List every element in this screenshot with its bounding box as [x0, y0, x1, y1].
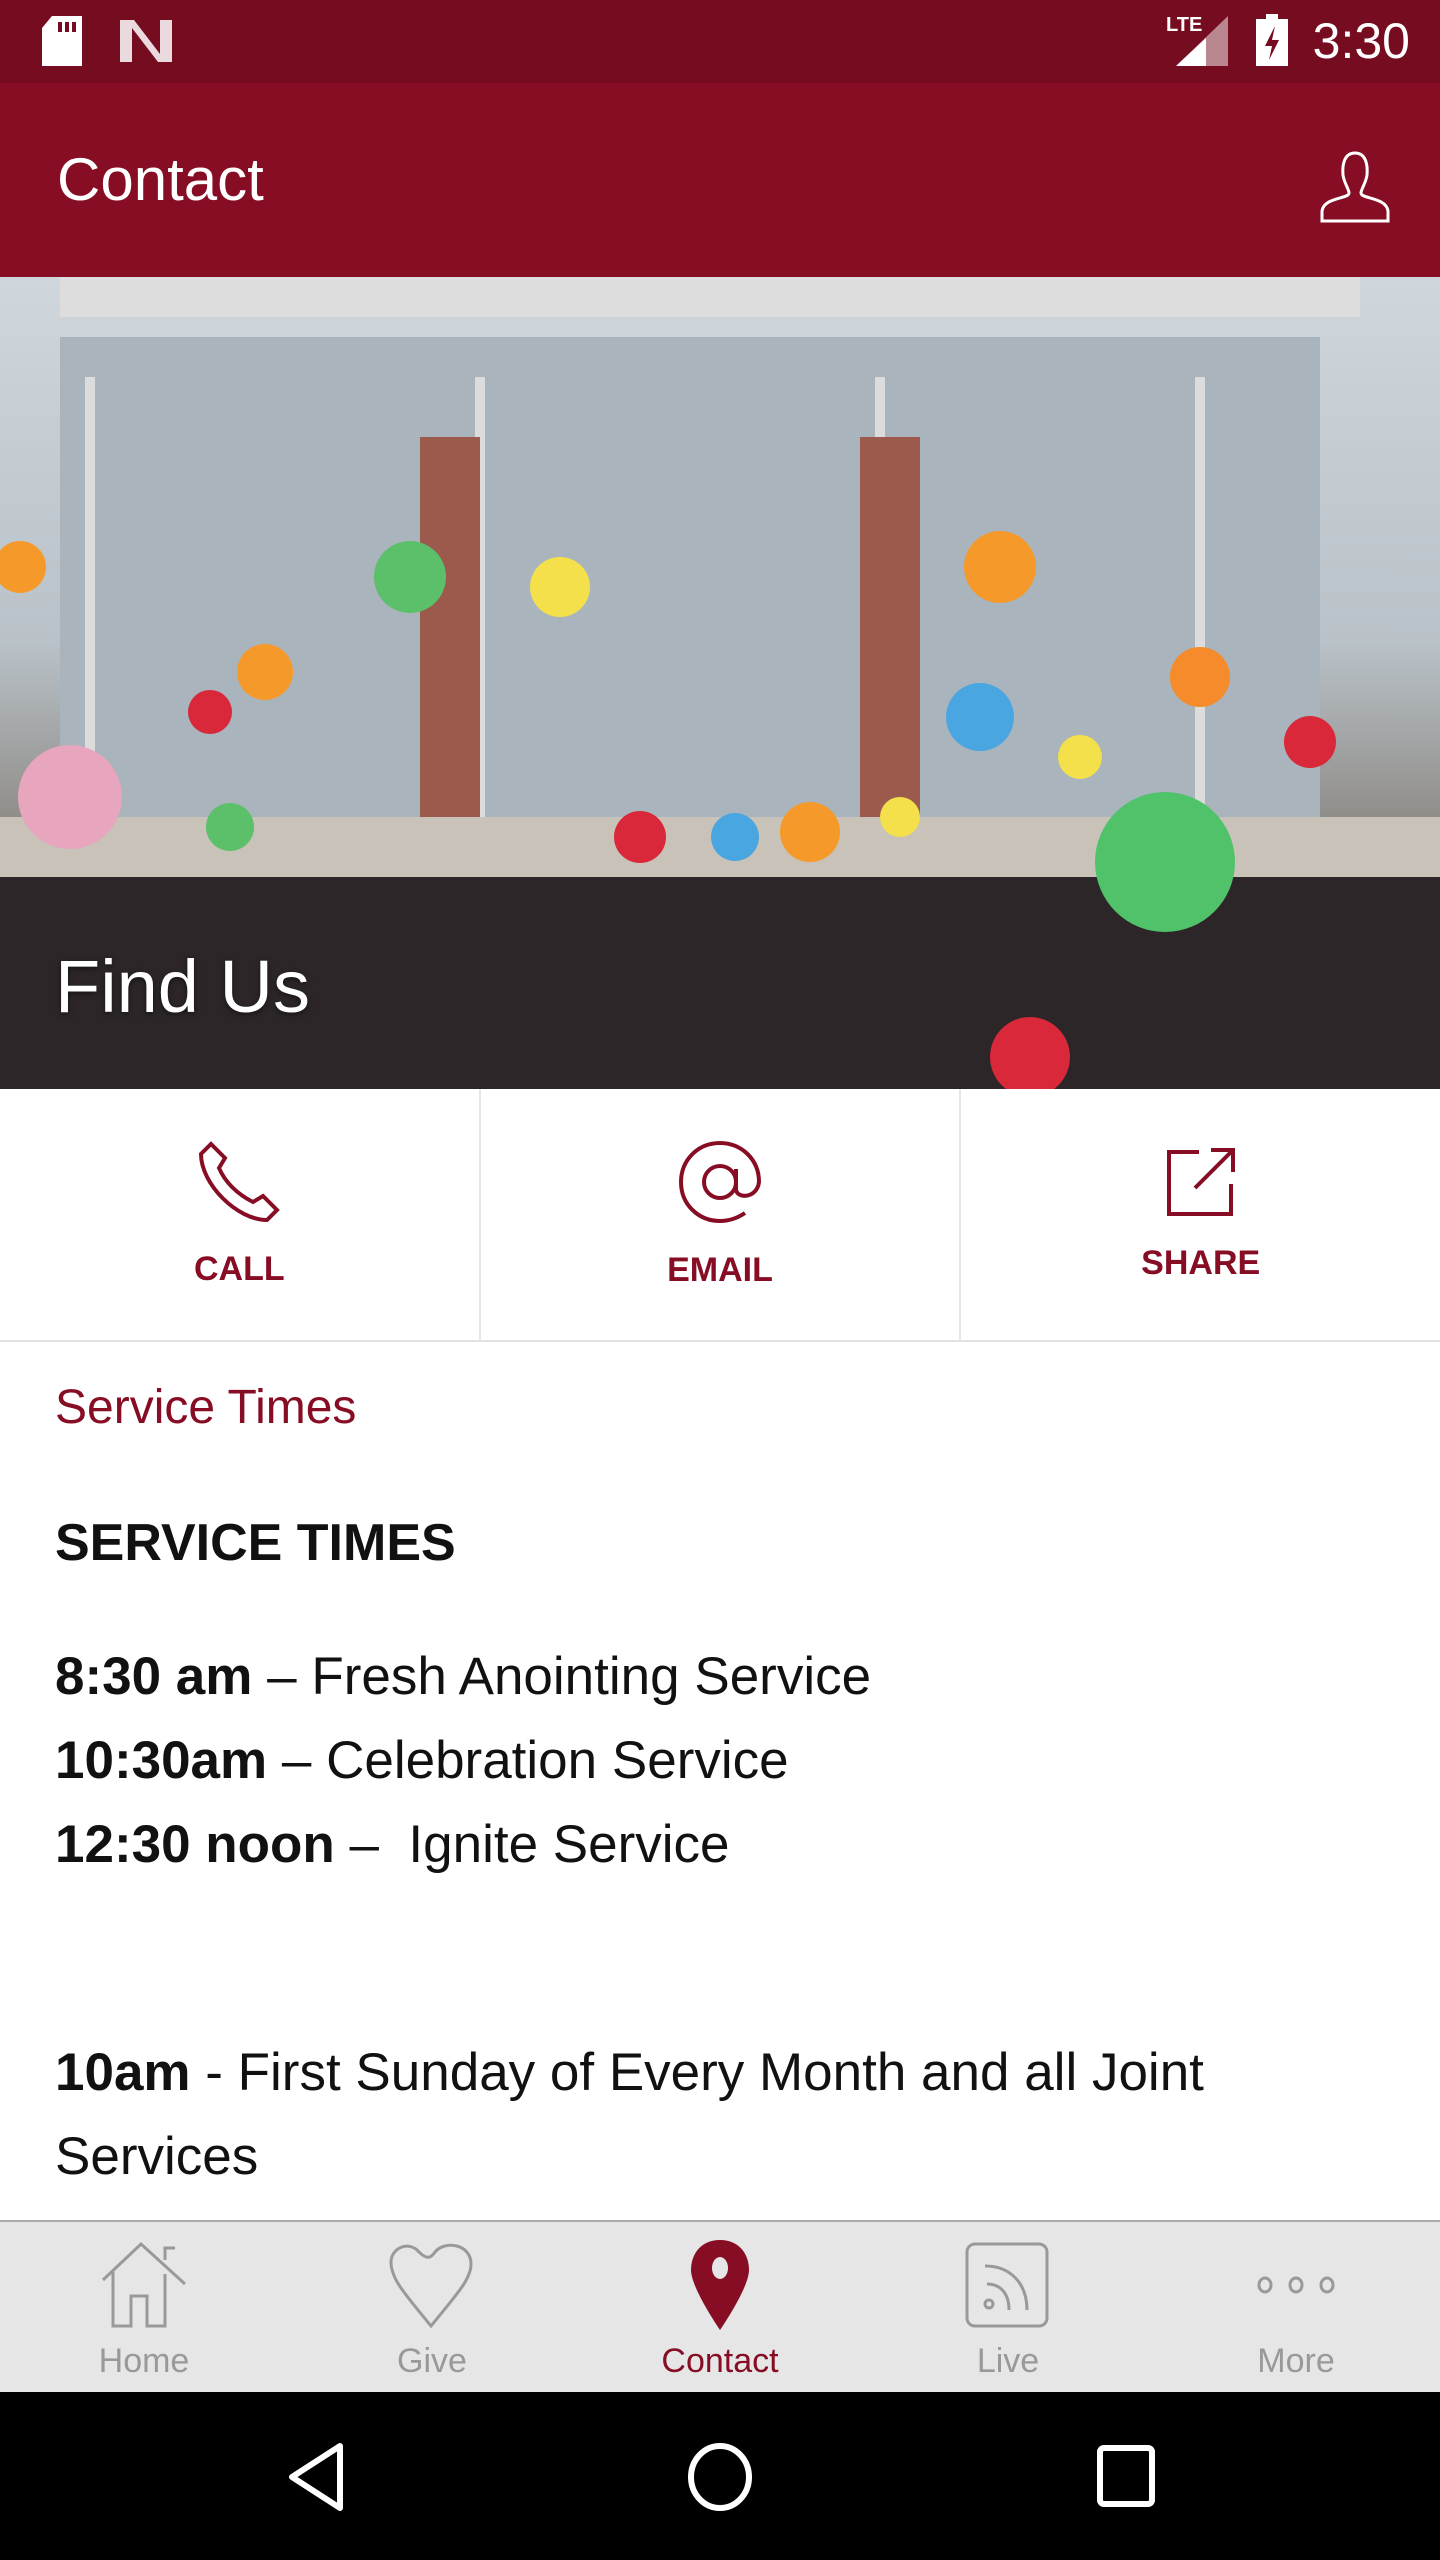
person-icon[interactable]	[1318, 151, 1392, 223]
service-time-row: 10:30am – Celebration Service	[55, 1719, 1395, 1803]
location-pin-icon	[691, 2240, 749, 2330]
share-button[interactable]: SHARE	[961, 1089, 1440, 1340]
battery-charging-icon	[1256, 14, 1288, 66]
email-button[interactable]: EMAIL	[481, 1089, 962, 1340]
home-circle-icon[interactable]	[686, 2442, 754, 2512]
service-time-row: 12:30 noon – Ignite Service	[55, 1803, 1395, 1887]
service-name: – Celebration Service	[267, 1731, 789, 1790]
signal-icon	[1176, 16, 1228, 66]
bottom-tab-bar: Home Give Contact Live More	[0, 2220, 1440, 2392]
recents-icon[interactable]	[1096, 2442, 1156, 2512]
sd-card-icon	[42, 16, 82, 66]
status-bar: LTE 3:30	[0, 0, 1440, 83]
share-label: SHARE	[1141, 1244, 1261, 1282]
clock: 3:30	[1312, 13, 1410, 69]
service-name: – Fresh Anointing Service	[252, 1647, 872, 1706]
service-time-row: 8:30 am – Fresh Anointing Service	[55, 1635, 1395, 1719]
note-text: - First Sunday of Every Month and all Jo…	[55, 2043, 1204, 2186]
tab-label: Give	[397, 2342, 467, 2380]
call-label: CALL	[194, 1250, 285, 1288]
at-icon	[678, 1140, 762, 1224]
tab-more[interactable]: More	[1152, 2222, 1440, 2392]
service-time: 10:30am	[55, 1731, 268, 1790]
service-name: – Ignite Service	[334, 1815, 730, 1874]
call-button[interactable]: CALL	[0, 1089, 481, 1340]
tab-home[interactable]: Home	[0, 2222, 288, 2392]
n-notification-icon	[120, 20, 172, 62]
tab-live[interactable]: Live	[864, 2222, 1152, 2392]
service-times-heading: SERVICE TIMES	[55, 1514, 456, 1572]
phone-icon	[199, 1141, 281, 1223]
service-times-link[interactable]: Service Times	[55, 1380, 1395, 1435]
tab-contact[interactable]: Contact	[576, 2222, 864, 2392]
service-time: 12:30 noon	[55, 1815, 335, 1874]
hero-image: Find Us	[0, 277, 1440, 1089]
service-time: 8:30 am	[55, 1647, 253, 1706]
share-icon	[1166, 1148, 1235, 1216]
contact-actions: CALL EMAIL SHARE	[0, 1089, 1440, 1342]
heart-icon	[389, 2243, 473, 2329]
page-title: Contact	[57, 146, 264, 213]
more-dots-icon	[1257, 2276, 1335, 2294]
service-note: 10am - First Sunday of Every Month and a…	[55, 2031, 1395, 2199]
system-navigation-bar	[0, 2392, 1440, 2560]
hero-caption: Find Us	[55, 945, 310, 1028]
back-icon[interactable]	[286, 2442, 346, 2512]
service-times-content: Service Times SERVICE TIMES 8:30 am – Fr…	[55, 1380, 1395, 2199]
tab-give[interactable]: Give	[288, 2222, 576, 2392]
tab-label: Live	[976, 2342, 1040, 2380]
note-time: 10am	[55, 2043, 191, 2102]
home-icon	[101, 2241, 187, 2328]
app-bar: Contact	[0, 83, 1440, 277]
rss-icon	[965, 2242, 1049, 2328]
tab-label: Contact	[661, 2342, 779, 2380]
tab-label: More	[1257, 2342, 1335, 2380]
tab-label: Home	[98, 2342, 190, 2380]
email-label: EMAIL	[667, 1251, 773, 1289]
